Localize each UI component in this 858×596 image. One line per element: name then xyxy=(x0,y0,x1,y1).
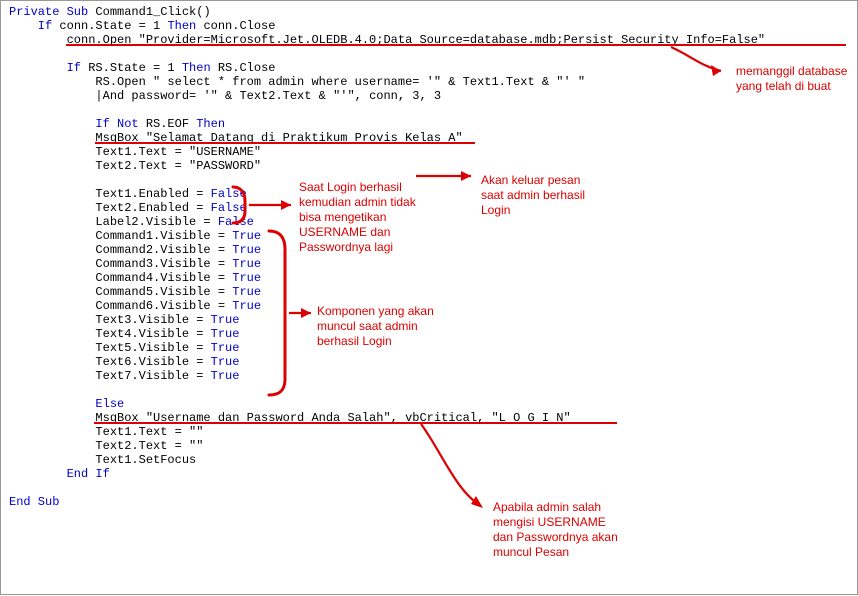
annotation-disable-fields: Saat Login berhasil kemudian admin tidak… xyxy=(299,180,416,255)
code-line: |And password= '" & Text2.Text & "'", co… xyxy=(9,89,849,103)
blank-line xyxy=(9,481,849,495)
code-line: If Not RS.EOF Then xyxy=(9,117,849,131)
code-line: Text2.Enabled = False xyxy=(9,201,849,215)
code-line: Command3.Visible = True xyxy=(9,257,849,271)
code-line: Text1.Text = "USERNAME" xyxy=(9,145,849,159)
annotation-database: memanggil database yang telah di buat xyxy=(736,64,847,94)
code-line: End Sub xyxy=(9,495,849,509)
underline-msgbox-welcome xyxy=(95,142,475,144)
code-line: Text2.Text = "" xyxy=(9,439,849,453)
code-line: Text1.Enabled = False xyxy=(9,187,849,201)
code-editor: Private Sub Command1_Click() If conn.Sta… xyxy=(9,5,849,509)
blank-line xyxy=(9,103,849,117)
blank-line xyxy=(9,173,849,187)
code-line: Else xyxy=(9,397,849,411)
code-line: Command2.Visible = True xyxy=(9,243,849,257)
blank-line xyxy=(9,47,849,61)
code-line: Private Sub Command1_Click() xyxy=(9,5,849,19)
annotation-components: Komponen yang akan muncul saat admin ber… xyxy=(317,304,434,349)
keyword: Private Sub xyxy=(9,5,88,19)
code-line: Label2.Visible = False xyxy=(9,215,849,229)
code-line: Text2.Text = "PASSWORD" xyxy=(9,159,849,173)
underline-conn-open xyxy=(66,44,846,46)
annotation-login-msg: Akan keluar pesan saat admin berhasil Lo… xyxy=(481,173,585,218)
code-line: End If xyxy=(9,467,849,481)
code-line: Command4.Visible = True xyxy=(9,271,849,285)
text-cursor: | xyxy=(95,89,102,103)
code-line: If RS.State = 1 Then RS.Close xyxy=(9,61,849,75)
code-line: Text7.Visible = True xyxy=(9,369,849,383)
blank-line xyxy=(9,383,849,397)
annotation-wrong-pw: Apabila admin salah mengisi USERNAME dan… xyxy=(493,500,618,560)
code-line: Text1.SetFocus xyxy=(9,453,849,467)
code-line: Command5.Visible = True xyxy=(9,285,849,299)
code-line: If conn.State = 1 Then conn.Close xyxy=(9,19,849,33)
code-line: Command1.Visible = True xyxy=(9,229,849,243)
underline-msgbox-error xyxy=(94,422,617,424)
code-line: RS.Open " select * from admin where user… xyxy=(9,75,849,89)
code-line: Text6.Visible = True xyxy=(9,355,849,369)
code-line: Text1.Text = "" xyxy=(9,425,849,439)
